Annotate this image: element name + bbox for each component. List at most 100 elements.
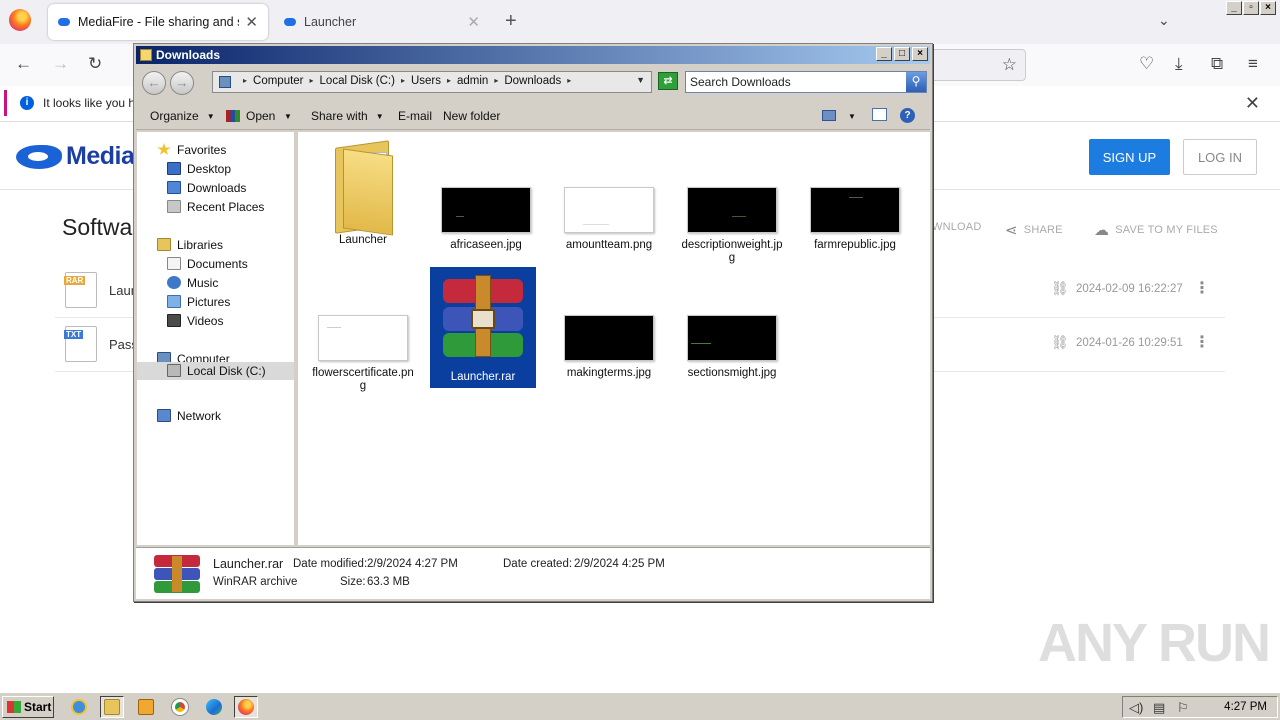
change-view-icon[interactable] [822,110,836,121]
file-date: 2024-02-09 16:22:27 [1076,283,1183,295]
nav-documents[interactable]: Documents [167,257,248,271]
file-item[interactable]: descriptionweight.jpg [679,187,785,265]
nav-favorites[interactable]: Favorites [157,143,226,157]
menu-icon[interactable]: ≡ [1248,54,1258,74]
forward-icon[interactable]: → [170,71,194,95]
extensions-icon[interactable]: ⧉ [1211,54,1223,74]
pocket-icon[interactable]: ♡ [1139,54,1154,74]
breadcrumb-admin[interactable]: admin [457,75,488,87]
chevron-down-icon[interactable]: ⌄ [1158,12,1170,29]
download-icon[interactable]: ⤓ [1175,54,1183,74]
search-box[interactable]: ⚲ [685,71,927,93]
nav-desktop[interactable]: Desktop [167,162,231,176]
minimize-icon[interactable]: _ [876,47,892,61]
file-item[interactable]: flowerscertificate.png [310,315,416,393]
open-button[interactable]: Open [226,109,275,123]
back-icon[interactable]: ← [15,54,32,74]
restore-icon[interactable]: ▫ [1243,1,1259,15]
nav-label: Videos [187,314,224,328]
breadcrumb-downloads[interactable]: Downloads [504,75,561,87]
firefox-icon[interactable] [9,9,31,31]
start-button[interactable]: Start [2,696,54,718]
videos-icon [167,314,181,327]
breadcrumb-local-disk[interactable]: Local Disk (C:) [320,75,395,87]
share-label: SHARE [1023,224,1063,236]
new-tab-icon[interactable]: + [505,10,517,33]
close-icon[interactable]: × [912,47,928,61]
explorer-window[interactable]: Downloads _ □ × ← → ▸ Computer ▸ Local Disk… [133,43,933,602]
search-icon[interactable]: ⚲ [906,72,926,92]
view-dropdown[interactable]: ▼ [848,109,856,123]
network-icon[interactable]: ▤ [1153,700,1165,716]
nav-network[interactable]: Network [157,409,221,423]
nav-videos[interactable]: Videos [167,314,223,328]
file-item[interactable]: farmrepublic.jpg [802,187,908,252]
file-name[interactable]: Laur [109,283,135,298]
url-bar[interactable]: ☆ [930,49,1026,81]
clock[interactable]: 4:27 PM [1224,701,1267,713]
file-item-label: sectionsmight.jpg [687,367,777,379]
file-item[interactable]: sectionsmight.jpg [679,315,785,380]
share-with-button[interactable]: Share with ▼ [311,109,384,123]
tab-mediafire[interactable]: MediaFire - File sharing and storage ✕ [48,4,268,40]
close-icon[interactable]: ✕ [467,13,480,31]
taskbar-firefox[interactable] [234,696,258,718]
file-item[interactable]: Launcher [310,138,416,247]
file-date: 2024-01-26 10:29:51 [1076,337,1183,349]
internet-explorer-icon [71,699,87,715]
taskbar-edge[interactable] [202,696,226,718]
explorer-title-bar[interactable]: Downloads _ □ × [136,46,930,64]
breadcrumb-computer[interactable]: Computer [253,75,304,87]
nav-recent-places[interactable]: Recent Places [167,200,264,214]
nav-pictures[interactable]: Pictures [167,295,230,309]
address-bar[interactable]: ▸ Computer ▸ Local Disk (C:) ▸ Users ▸ admin ▸ Do… [212,71,652,93]
taskbar-ie[interactable] [67,696,91,718]
close-icon[interactable]: ✕ [245,13,258,31]
maximize-icon[interactable]: □ [894,47,910,61]
close-icon[interactable]: ✕ [1245,93,1260,114]
link-icon[interactable]: ⛓ [1051,334,1069,351]
search-input[interactable] [690,74,902,90]
link-icon[interactable]: ⛓ [1051,280,1069,297]
help-icon[interactable]: ? [900,108,915,123]
minimize-icon[interactable]: _ [1226,1,1242,15]
file-item-selected[interactable]: Launcher.rar [430,267,536,388]
nav-libraries[interactable]: Libraries [157,238,223,252]
file-item[interactable]: africaseen.jpg [433,187,539,252]
file-item[interactable]: amountteam.png [556,187,662,252]
share-action[interactable]: ⋖ SHARE [1005,221,1063,239]
more-options-icon[interactable]: ⋮ [1194,278,1210,298]
tab-launcher[interactable]: Launcher ✕ [274,4,490,40]
reload-icon[interactable]: ↻ [88,54,102,74]
close-icon[interactable]: × [1260,1,1276,15]
refresh-icon[interactable]: ⇄ [658,72,678,90]
download-action[interactable]: WNLOAD [932,221,981,233]
nav-music[interactable]: Music [167,276,218,290]
log-in-button[interactable]: LOG IN [1183,139,1257,175]
sign-up-button[interactable]: SIGN UP [1089,139,1170,175]
nav-local-disk[interactable]: Local Disk (C:) [137,362,294,380]
taskbar-chrome[interactable] [168,696,192,718]
forward-icon[interactable]: → [52,54,69,74]
winrar-archive-icon [154,554,200,594]
new-folder-button[interactable]: New folder [443,109,500,123]
taskbar-explorer[interactable] [100,696,124,718]
back-icon[interactable]: ← [142,71,166,95]
save-to-my-files-action[interactable]: ☁ SAVE TO MY FILES [1094,221,1218,239]
nav-label: Documents [187,257,248,271]
preview-pane-icon[interactable] [872,108,887,121]
more-options-icon[interactable]: ⋮ [1194,332,1210,352]
flag-icon[interactable]: ⚐ [1177,700,1189,716]
breadcrumb-users[interactable]: Users [411,75,441,87]
nav-downloads[interactable]: Downloads [167,181,246,195]
details-size-label: Size: [340,576,366,588]
bookmark-star-icon[interactable]: ☆ [1002,55,1017,75]
volume-icon[interactable]: ◁) [1129,700,1143,716]
chevron-down-icon[interactable]: ▼ [636,75,645,85]
open-dropdown[interactable]: ▼ [284,109,292,123]
taskbar-media-player[interactable] [134,696,158,718]
file-item[interactable]: makingterms.jpg [556,315,662,380]
file-item-label: farmrepublic.jpg [814,239,896,251]
organize-button[interactable]: Organize ▼ [150,109,215,123]
email-button[interactable]: E-mail [398,109,432,123]
